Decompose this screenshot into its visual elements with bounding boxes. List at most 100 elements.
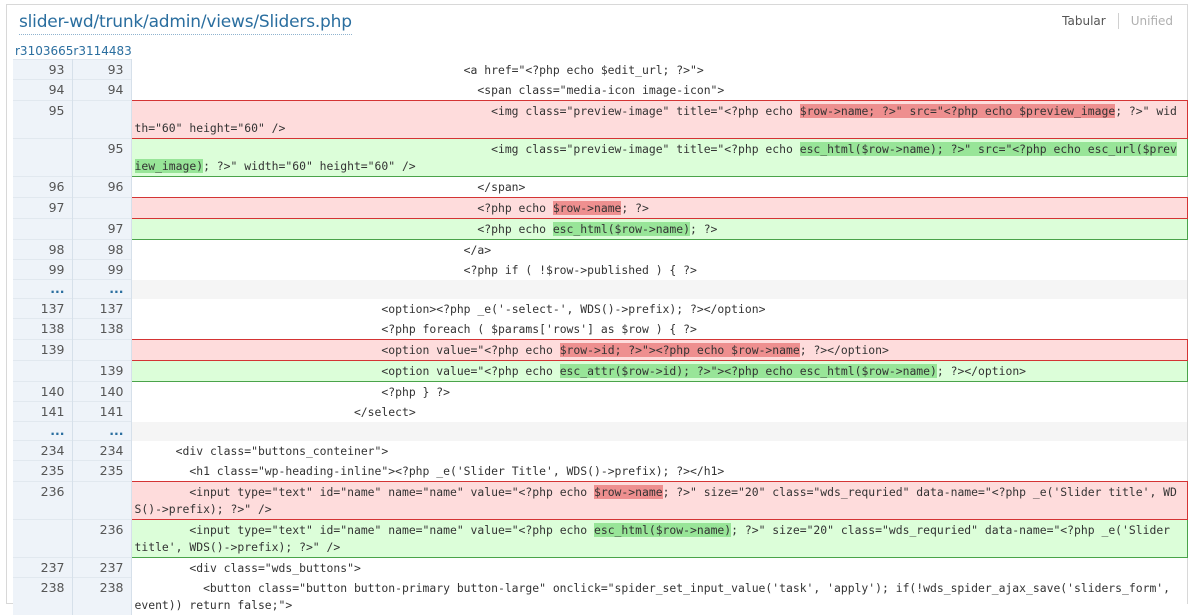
- new-line-number: 137: [72, 298, 132, 319]
- old-line-number: 237: [13, 556, 73, 578]
- diff-deleted-row: 236 <input type="text" id="name" name="n…: [13, 480, 1188, 520]
- diff-context-row: 99 99 <?php if ( !$row->published ) { ?>: [13, 259, 1187, 280]
- removed-text-highlight: $row->name: [552, 200, 622, 215]
- old-line-number[interactable]: ...: [13, 279, 73, 299]
- code-line: <?php foreach ( $params['rows'] as $row …: [131, 318, 1187, 339]
- diff-added-row: 236 <input type="text" id="name" name="n…: [13, 518, 1188, 558]
- code-line: <input type="text" id="name" name="name"…: [130, 480, 1188, 520]
- new-line-number: 98: [72, 238, 132, 260]
- diff-context-row: 94 94 <span class="media-icon image-icon"…: [13, 79, 1187, 100]
- code-line: </a>: [131, 239, 1187, 260]
- new-line-number: 236: [72, 518, 132, 557]
- diff-table: 93 93 <a href="<?php echo $edit_url; ?>">…: [13, 59, 1188, 615]
- code-text: <span class="media-icon image-icon">: [134, 82, 725, 97]
- code-line: <a href="<?php echo $edit_url; ?>">: [131, 59, 1187, 80]
- code-text: <img class="preview-image" title="<?php …: [134, 103, 800, 118]
- old-line-number: 93: [13, 59, 73, 80]
- old-line-number[interactable]: ...: [13, 421, 73, 441]
- code-text: <h1 class="wp-heading-inline"><?php _e('…: [134, 463, 725, 478]
- old-line-number: 99: [13, 259, 73, 280]
- code-line: <input type="text" id="name" name="name"…: [130, 518, 1188, 558]
- diff-added-row: 97 <?php echo esc_html($row->name); ?>: [13, 217, 1188, 240]
- code-text: ; ?>: [621, 200, 649, 215]
- diff-table-body: 93 93 <a href="<?php echo $edit_url; ?>">…: [13, 59, 1188, 615]
- old-line-number: 137: [13, 298, 73, 319]
- code-text: <?php foreach ( $params['rows'] as $row …: [134, 321, 697, 336]
- new-line-number: 235: [72, 460, 132, 481]
- new-line-number: 234: [72, 440, 132, 461]
- code-text: <div class="buttons_conteiner">: [134, 443, 389, 458]
- code-text: <button class="button button-primary but…: [134, 580, 1177, 612]
- old-line-number: [13, 217, 73, 239]
- code-text: <?php } ?>: [134, 384, 450, 399]
- code-text: </span>: [134, 179, 526, 194]
- diff-header: slider-wd/trunk/admin/views/Sliders.php …: [7, 5, 1187, 39]
- removed-text-highlight: $row->name; ?>" src="<?php echo $preview…: [799, 103, 1116, 118]
- diff-context-row: 96 96 </span>: [13, 175, 1187, 197]
- code-line: </select>: [131, 401, 1187, 422]
- tabular-view-button[interactable]: Tabular: [1062, 13, 1119, 29]
- diff-context-row: 141 141 </select>: [13, 401, 1187, 422]
- changeset-diff-panel: slider-wd/trunk/admin/views/Sliders.php …: [6, 4, 1188, 615]
- code-line: <?php echo $row->name; ?>: [130, 196, 1188, 219]
- code-line: <img class="preview-image" title="<?php …: [130, 99, 1188, 139]
- diff-context-row: 93 93 <a href="<?php echo $edit_url; ?>">: [13, 59, 1187, 80]
- code-text: <div class="wds_buttons">: [134, 560, 361, 575]
- old-line-number: 236: [13, 480, 73, 519]
- old-line-number: [13, 518, 73, 557]
- old-line-number: 141: [13, 401, 73, 422]
- added-text-highlight: esc_html($row->name): [593, 522, 732, 537]
- old-line-number: 94: [13, 79, 73, 100]
- added-text-highlight: esc_html($row->name): [552, 221, 690, 236]
- code-line: <div class="wds_buttons">: [131, 557, 1187, 578]
- new-line-number: 141: [72, 401, 132, 422]
- new-line-number: 95: [72, 137, 132, 176]
- old-line-number: 97: [13, 196, 73, 218]
- revision-links: r3103665r3114483: [15, 43, 132, 59]
- code-text: <?php echo: [134, 200, 553, 215]
- code-line: <img class="preview-image" title="<?php …: [130, 137, 1188, 177]
- diff-context-row: 140 140 <?php } ?>: [13, 380, 1187, 402]
- old-line-number: [13, 137, 73, 176]
- code-text: ; ?></option>: [799, 342, 889, 357]
- code-text: <option><?php _e('-select-', WDS()->pref…: [134, 301, 766, 316]
- new-line-number[interactable]: ...: [72, 279, 132, 299]
- new-line-number: 139: [72, 359, 132, 381]
- diff-context-row: 234 234 <div class="buttons_conteiner">: [13, 440, 1187, 461]
- code-line: <option value="<?php echo esc_attr($row-…: [130, 359, 1188, 382]
- file-path-link[interactable]: slider-wd/trunk/admin/views/Sliders.php: [19, 11, 352, 35]
- diff-context-row: 98 98 </a>: [13, 238, 1187, 260]
- diff-added-row: 139 <option value="<?php echo esc_attr($…: [13, 359, 1188, 382]
- code-text: <?php echo: [134, 221, 553, 236]
- new-line-number: 97: [72, 217, 132, 239]
- diff-added-row: 95 <img class="preview-image" title="<?p…: [13, 137, 1188, 177]
- code-line: [131, 279, 1187, 299]
- diff-deleted-row: 95 <img class="preview-image" title="<?p…: [13, 99, 1188, 139]
- unified-view-button[interactable]: Unified: [1119, 13, 1173, 29]
- old-line-number: 98: [13, 238, 73, 260]
- diff-context-row: 137 137 <option><?php _e('-select-', WDS(…: [13, 298, 1187, 319]
- new-line-number: 93: [72, 59, 132, 80]
- new-line-number: 94: [72, 79, 132, 100]
- new-line-number: 99: [72, 259, 132, 280]
- code-text: </select>: [134, 404, 416, 419]
- diff-context-row: 138 138 <?php foreach ( $params['rows'] a…: [13, 318, 1187, 339]
- code-line: <?php echo esc_html($row->name); ?>: [130, 217, 1188, 240]
- code-text: <a href="<?php echo $edit_url; ?>">: [134, 62, 704, 77]
- old-revision-link[interactable]: r3103665: [15, 44, 73, 58]
- code-text: <option value="<?php echo: [134, 363, 560, 378]
- code-line: <?php if ( !$row->published ) { ?>: [131, 259, 1187, 280]
- new-line-number: [72, 99, 132, 138]
- code-text: ; ?>: [689, 221, 718, 236]
- new-line-number: [72, 196, 132, 218]
- code-text: </a>: [134, 242, 492, 257]
- new-line-number: [72, 338, 132, 360]
- diff-deleted-row: 97 <?php echo $row->name; ?>: [13, 196, 1188, 219]
- old-line-number: [13, 359, 73, 381]
- new-line-number: 140: [72, 380, 132, 402]
- new-line-number[interactable]: ...: [72, 421, 132, 441]
- added-text-highlight: esc_attr($row->id); ?>"><?php echo esc_h…: [559, 363, 937, 378]
- old-line-number: 235: [13, 460, 73, 481]
- diff-skip-row: ......: [13, 421, 1187, 441]
- new-revision-link[interactable]: r3114483: [73, 44, 131, 58]
